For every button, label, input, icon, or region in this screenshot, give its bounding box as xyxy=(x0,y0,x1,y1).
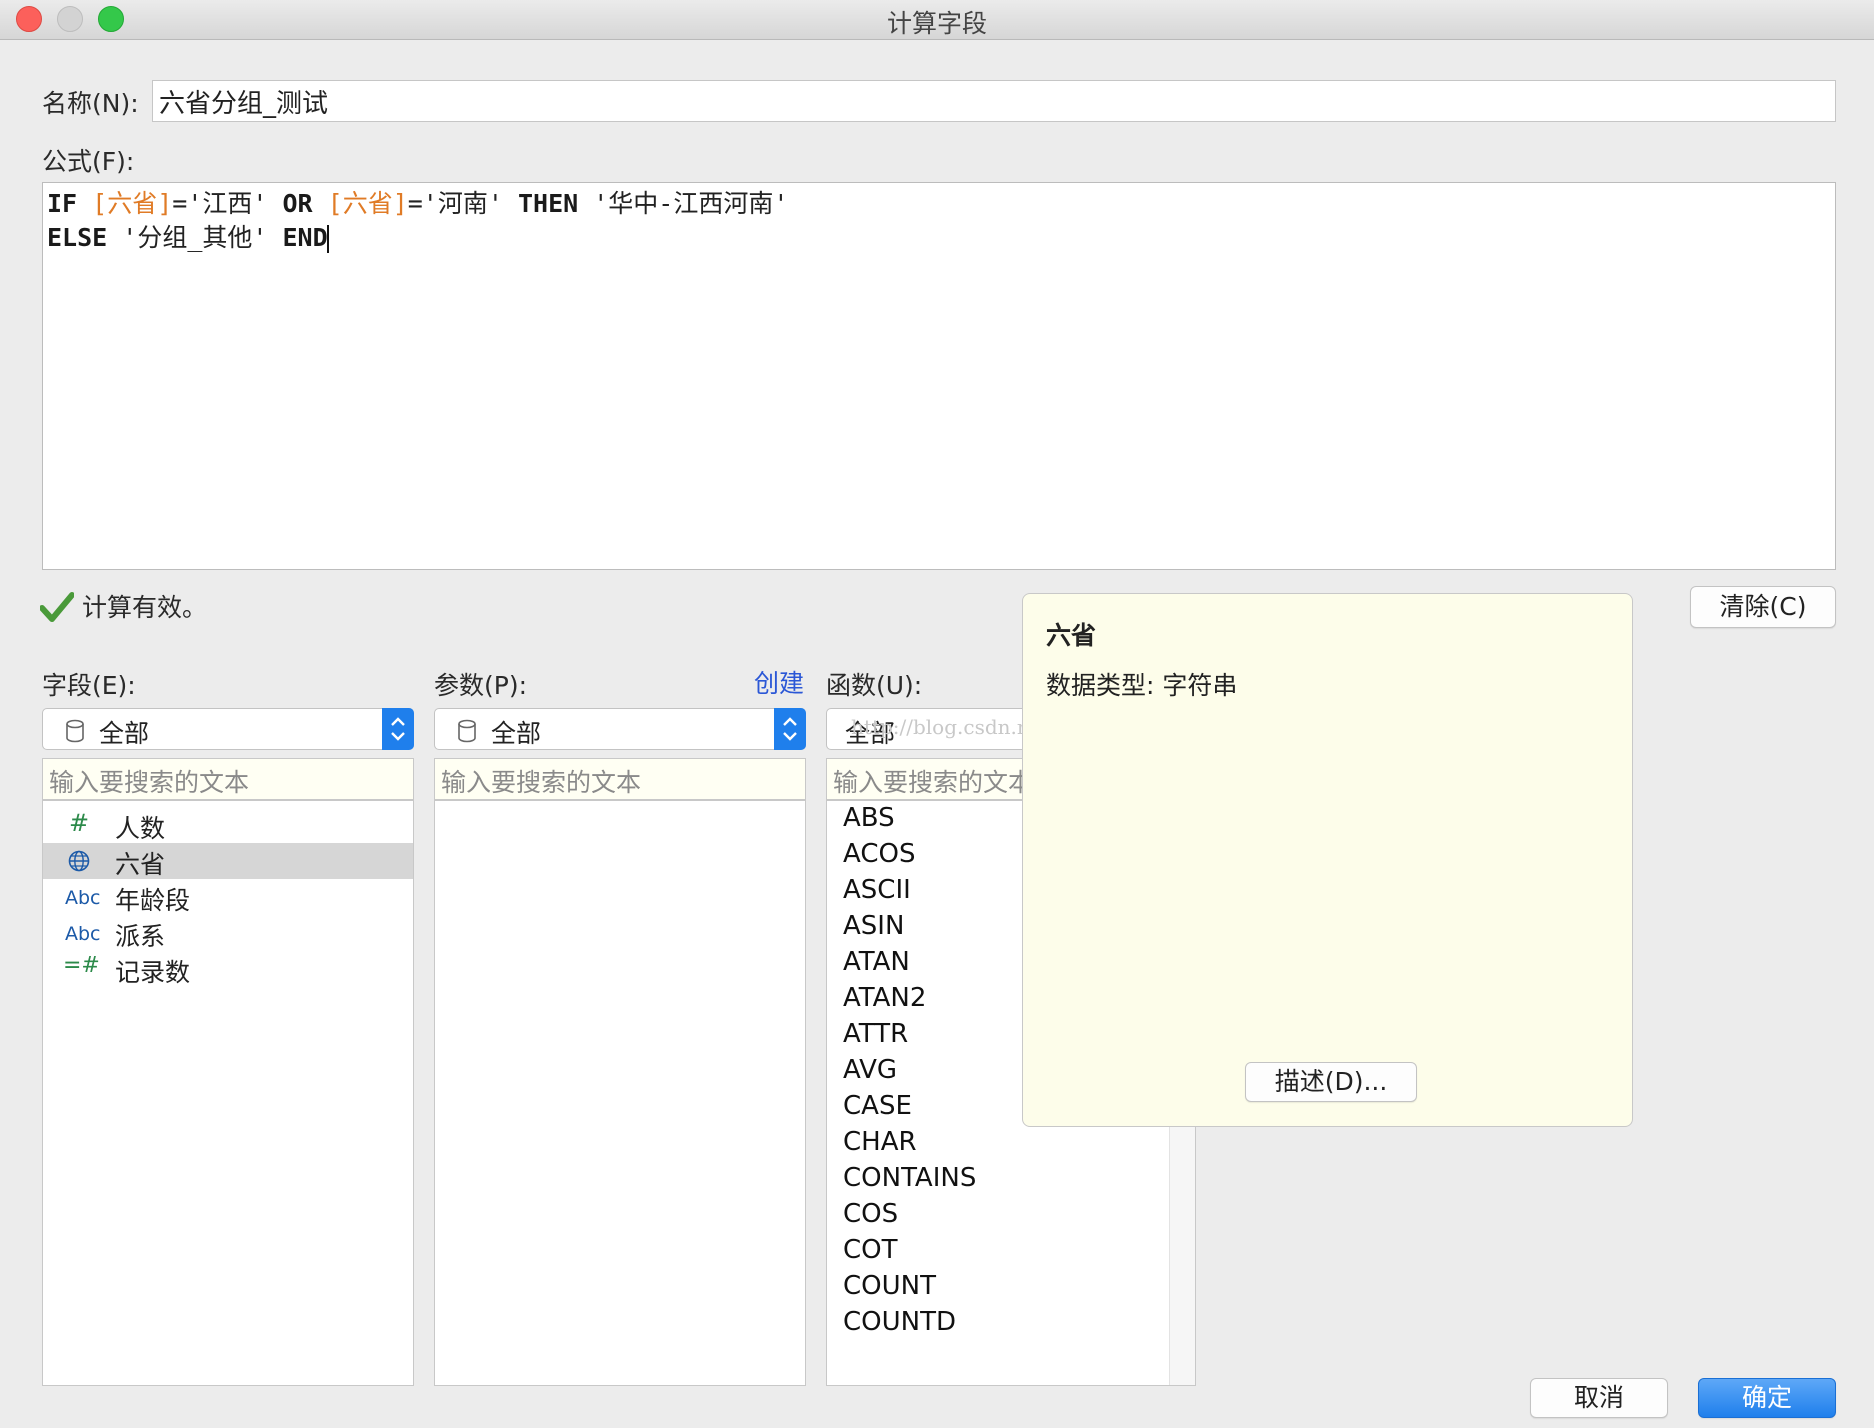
field-item-renshu[interactable]: # 人数 xyxy=(43,807,413,843)
fields-list: # 人数 六省 Abc 年龄段 Abc 派系 =# 记录数 xyxy=(42,800,414,1386)
formula-token-kw: IF xyxy=(47,189,93,218)
calc-measure-icon: =# xyxy=(63,953,100,978)
function-item[interactable]: CHAR xyxy=(843,1127,917,1157)
field-item-nianlingduan[interactable]: Abc 年龄段 xyxy=(43,879,413,915)
formula-token-str: '分组_其他' xyxy=(122,223,283,252)
function-item[interactable]: ASCII xyxy=(843,875,911,905)
formula-line-1: IF [六省]='江西' OR [六省]='河南' THEN '华中-江西河南' xyxy=(47,187,1831,221)
string-icon: Abc xyxy=(65,887,101,909)
check-icon xyxy=(40,592,74,622)
formula-token-str: '华中-江西河南' xyxy=(593,189,789,218)
function-item[interactable]: ATAN xyxy=(843,947,910,977)
name-label: 名称(N): xyxy=(42,89,139,118)
parameters-search-input[interactable]: 输入要搜索的文本 xyxy=(434,758,806,800)
fields-label: 字段(E): xyxy=(42,671,136,700)
field-item-paixi[interactable]: Abc 派系 xyxy=(43,915,413,951)
name-input[interactable]: 六省分组_测试 xyxy=(152,80,1836,122)
formula-token-kw: THEN xyxy=(517,189,594,218)
formula-token-str: ='河南' xyxy=(407,189,518,218)
function-item[interactable]: ACOS xyxy=(843,839,915,869)
function-item[interactable]: CASE xyxy=(843,1091,912,1121)
string-icon: Abc xyxy=(65,923,101,945)
function-item[interactable]: COT xyxy=(843,1235,898,1265)
parameters-label: 参数(P): xyxy=(434,671,528,700)
formula-label: 公式(F): xyxy=(42,147,135,176)
formula-line-2: ELSE '分组_其他' END xyxy=(47,221,1831,255)
updown-arrow-icon xyxy=(382,708,414,750)
functions-label: 函数(U): xyxy=(826,671,923,700)
function-item[interactable]: ATAN2 xyxy=(843,983,926,1013)
info-panel: 六省 数据类型: 字符串 描述(D)... xyxy=(1022,593,1633,1127)
cancel-button[interactable]: 取消 xyxy=(1530,1378,1668,1418)
function-item[interactable]: AVG xyxy=(843,1055,897,1085)
info-data-type: 数据类型: 字符串 xyxy=(1046,671,1238,700)
formula-editor[interactable]: IF [六省]='江西' OR [六省]='河南' THEN '华中-江西河南'… xyxy=(42,182,1836,570)
database-icon xyxy=(458,719,476,743)
globe-icon xyxy=(68,850,90,872)
field-item-liusheng[interactable]: 六省 xyxy=(43,843,413,879)
create-parameter-link[interactable]: 创建 xyxy=(754,664,804,700)
window-title: 计算字段 xyxy=(886,9,987,38)
formula-token-fld: [六省] xyxy=(327,189,408,218)
database-icon xyxy=(66,719,84,743)
hash-icon: # xyxy=(69,809,90,837)
fields-dropdown[interactable]: 全部 xyxy=(42,708,414,750)
formula-token-kw: END xyxy=(282,223,328,252)
parameters-dropdown-value: 全部 xyxy=(491,719,542,748)
function-item[interactable]: ABS xyxy=(843,803,895,833)
formula-token-str: ='江西' xyxy=(172,189,283,218)
function-item[interactable]: ATTR xyxy=(843,1019,908,1049)
fields-dropdown-value: 全部 xyxy=(99,719,150,748)
function-item[interactable]: CONTAINS xyxy=(843,1163,976,1193)
updown-arrow-icon xyxy=(774,708,806,750)
function-item[interactable]: ASIN xyxy=(843,911,904,941)
parameters-list xyxy=(434,800,806,1386)
formula-token-kw: ELSE xyxy=(47,223,123,252)
ok-button[interactable]: 确定 xyxy=(1698,1378,1836,1418)
text-caret xyxy=(326,225,329,253)
formula-token-fld: [六省] xyxy=(92,189,173,218)
title-bar: 计算字段 xyxy=(0,0,1874,40)
function-item[interactable]: COS xyxy=(843,1199,898,1229)
fields-search-input[interactable]: 输入要搜索的文本 xyxy=(42,758,414,800)
calculated-field-dialog: 名称(N): 六省分组_测试 公式(F): IF [六省]='江西' OR [六… xyxy=(0,40,1874,1428)
function-item[interactable]: COUNT xyxy=(843,1271,936,1301)
status-text: 计算有效。 xyxy=(82,593,208,622)
formula-token-kw: OR xyxy=(282,189,328,218)
describe-button[interactable]: 描述(D)... xyxy=(1245,1062,1417,1102)
parameters-dropdown[interactable]: 全部 xyxy=(434,708,806,750)
field-item-jilushu[interactable]: =# 记录数 xyxy=(43,951,413,987)
info-title: 六省 xyxy=(1046,621,1097,650)
clear-button[interactable]: 清除(C) xyxy=(1690,586,1836,628)
function-item[interactable]: COUNTD xyxy=(843,1307,956,1337)
